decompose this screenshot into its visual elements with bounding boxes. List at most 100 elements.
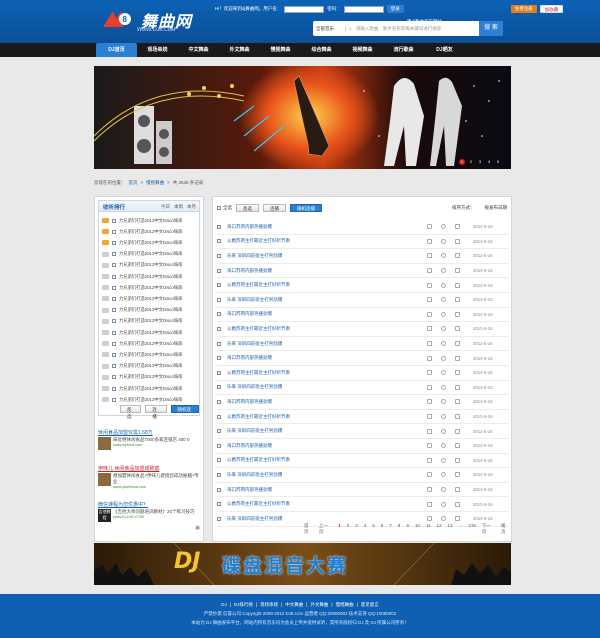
- ad-block-3[interactable]: 微信课程为您优惠中？ 吉他教程 《吉他大师问题培训教材》20个练习技巧 www.…: [98, 501, 200, 522]
- ranking-play-button[interactable]: 连播: [145, 405, 167, 419]
- nav-item-video[interactable]: 视频舞曲: [342, 43, 383, 57]
- headphone-icon[interactable]: [427, 253, 432, 259]
- song-checkbox[interactable]: [217, 224, 221, 229]
- song-checkbox[interactable]: [217, 385, 221, 390]
- headphone-icon[interactable]: [427, 501, 432, 507]
- song-row[interactable]: 海口苏荷内部热播劲爆 2012-5-16: [217, 351, 509, 366]
- headphone-icon[interactable]: [427, 341, 432, 347]
- nav-item-friends[interactable]: DJ晒友: [424, 43, 465, 57]
- headphone-icon[interactable]: [427, 428, 432, 434]
- ranking-item-checkbox[interactable]: [112, 229, 116, 234]
- song-row[interactable]: 海口苏荷内部热播劲爆 2012-5-16: [217, 264, 509, 279]
- headphone-icon[interactable]: [427, 370, 432, 376]
- ranking-item-title[interactable]: 力兄弟们打造2012中文Disco嗨串: [119, 363, 182, 369]
- song-checkbox[interactable]: [217, 297, 221, 302]
- heart-icon[interactable]: [441, 472, 446, 478]
- heart-icon[interactable]: [441, 501, 446, 507]
- heart-icon[interactable]: [441, 414, 446, 420]
- headphone-icon[interactable]: [427, 472, 432, 478]
- add-to-list-icon[interactable]: [455, 428, 460, 434]
- add-to-list-icon[interactable]: [455, 282, 460, 288]
- ranking-item-title[interactable]: 力兄弟们打造2012中文Disco嗨串: [119, 285, 182, 291]
- song-checkbox[interactable]: [217, 326, 221, 331]
- ranking-item[interactable]: 力兄弟们打造2012中文Disco嗨串: [102, 316, 198, 327]
- song-title[interactable]: 乐来 深圳四前街主打男劲爆: [227, 472, 427, 478]
- page-link[interactable]: 下一页: [481, 523, 496, 535]
- song-checkbox[interactable]: [217, 239, 221, 244]
- select-all-checkbox[interactable]: [217, 206, 221, 210]
- nav-item-mixed[interactable]: 综合舞曲: [301, 43, 342, 57]
- song-title[interactable]: 海口苏荷内部热播劲爆: [227, 224, 427, 230]
- nav-item-pop[interactable]: 流行歌曲: [383, 43, 424, 57]
- add-to-list-icon[interactable]: [455, 370, 460, 376]
- add-to-list-icon[interactable]: [455, 297, 460, 303]
- song-row[interactable]: 海口苏荷内部热播劲爆 2012-5-16: [217, 439, 509, 454]
- ad-url[interactable]: www.wyfood.com: [113, 443, 190, 447]
- nav-item-chinese[interactable]: 中文舞曲: [178, 43, 219, 57]
- song-title[interactable]: 乐来 深圳四前街主打男劲爆: [227, 384, 427, 390]
- song-checkbox[interactable]: [217, 341, 221, 346]
- song-title[interactable]: 乐来 深圳四前街主打男劲爆: [227, 297, 427, 303]
- heart-icon[interactable]: [441, 297, 446, 303]
- ranking-item-title[interactable]: 力兄弟们打造2012中文Disco嗨串: [119, 318, 182, 324]
- ad-block-1[interactable]: 休闲食品加盟仅需1.68万 味优特休闲食品7000多家连锁店 400 0 www…: [98, 429, 200, 450]
- banner-page-5[interactable]: 5: [495, 159, 501, 165]
- footer-link[interactable]: DJ: [221, 602, 227, 608]
- song-row[interactable]: 公爵苏荷主打最近主打好听节奏 2012-5-16: [217, 454, 509, 469]
- ad-title[interactable]: 伊味儿 休闲食品加盟成致富: [98, 465, 200, 472]
- headphone-icon[interactable]: [427, 457, 432, 463]
- add-to-list-icon[interactable]: [455, 414, 460, 420]
- page-link[interactable]: 8: [397, 523, 402, 535]
- ranking-item-title[interactable]: 力兄弟们打造2012中文Disco嗨串: [119, 251, 182, 257]
- add-to-list-icon[interactable]: [455, 326, 460, 332]
- ranking-item[interactable]: 力兄弟们打造2012中文Disco嗨串: [102, 249, 198, 260]
- page-link[interactable]: 上一页: [318, 523, 333, 535]
- ranking-item[interactable]: 力兄弟们打造2012中文Disco嗨串: [102, 349, 198, 360]
- song-title[interactable]: 海口苏荷内部热播劲爆: [227, 311, 427, 317]
- heart-icon[interactable]: [441, 428, 446, 434]
- banner-page-2[interactable]: 2: [468, 159, 474, 165]
- ranking-item-checkbox[interactable]: [112, 308, 116, 313]
- ranking-item[interactable]: 力兄弟们打造2012中文Disco嗨串: [102, 226, 198, 237]
- song-title[interactable]: 公爵苏荷主打最近主打好听节奏: [227, 282, 427, 288]
- select-all[interactable]: 全选: [217, 205, 232, 211]
- song-checkbox[interactable]: [217, 487, 221, 492]
- heart-icon[interactable]: [441, 457, 446, 463]
- ranking-item-title[interactable]: 力兄弟们打造2012中文Disco嗨串: [119, 386, 182, 392]
- ranking-item-title[interactable]: 力兄弟们打造2012中文Disco嗨串: [119, 262, 182, 268]
- ranking-invert-button[interactable]: 反选: [120, 405, 142, 419]
- heart-icon[interactable]: [441, 516, 446, 522]
- song-title[interactable]: 公爵苏荷主打最近主打好听节奏: [227, 414, 427, 420]
- ranking-item-checkbox[interactable]: [112, 274, 116, 279]
- headphone-icon[interactable]: [427, 326, 432, 332]
- song-checkbox[interactable]: [217, 429, 221, 434]
- ranking-item-title[interactable]: 力兄弟们打造2012中文Disco嗨串: [119, 341, 182, 347]
- banner-page-4[interactable]: 4: [486, 159, 492, 165]
- search-input[interactable]: 请输入歌曲、歌手名称及每关键词进行搜索: [352, 26, 479, 32]
- add-to-list-icon[interactable]: [455, 355, 460, 361]
- song-row[interactable]: 乐来 深圳四前街主打男劲爆 2012-5-16: [217, 249, 509, 264]
- ranking-item[interactable]: 力兄弟们打造2012中文Disco嗨串: [102, 237, 198, 248]
- song-checkbox[interactable]: [217, 443, 221, 448]
- song-title[interactable]: 海口苏荷内部热播劲爆: [227, 443, 427, 449]
- add-to-list-icon[interactable]: [455, 516, 460, 522]
- nav-item-live-mix[interactable]: 现场串烧: [137, 43, 178, 57]
- page-link[interactable]: 12: [436, 523, 443, 535]
- song-checkbox[interactable]: [217, 502, 221, 507]
- song-row[interactable]: 海口苏荷内部热播劲爆 2012-5-16: [217, 308, 509, 323]
- ranking-item-title[interactable]: 力兄弟们打造2012中文Disco嗨串: [119, 240, 182, 246]
- search-button[interactable]: 搜 索: [479, 21, 503, 36]
- headphone-icon[interactable]: [427, 355, 432, 361]
- ranking-item-checkbox[interactable]: [112, 397, 116, 402]
- ranking-item-title[interactable]: 力兄弟们打造2012中文Disco嗨串: [119, 218, 182, 224]
- ad-close-icon[interactable]: ▣: [195, 525, 200, 531]
- heart-icon[interactable]: [441, 384, 446, 390]
- add-to-list-icon[interactable]: [455, 224, 460, 230]
- page-link[interactable]: 1: [337, 523, 342, 535]
- add-to-list-icon[interactable]: [455, 341, 460, 347]
- footer-link[interactable]: 慢摇舞曲: [336, 602, 354, 608]
- ranking-item-checkbox[interactable]: [112, 296, 116, 301]
- tab-month[interactable]: 本月: [187, 204, 196, 210]
- search-scope-select[interactable]: 全部音乐: [313, 25, 346, 32]
- song-checkbox[interactable]: [217, 399, 221, 404]
